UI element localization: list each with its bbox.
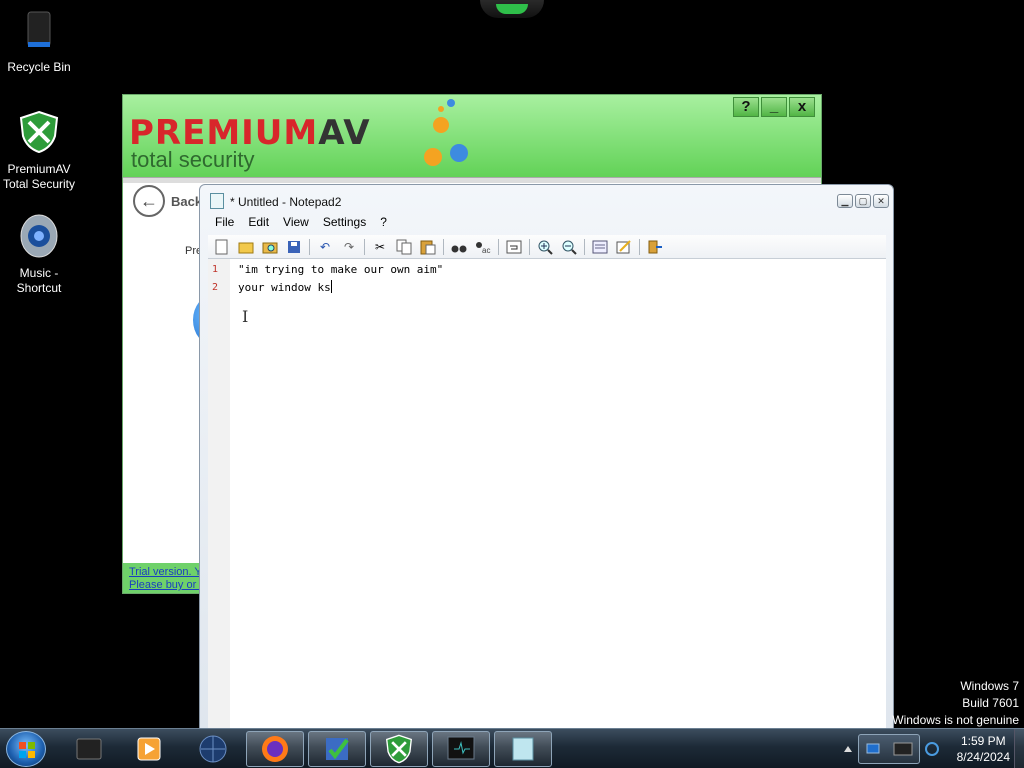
back-arrow-icon: ←	[133, 185, 165, 217]
desktop-icon-recycle-bin[interactable]: Recycle Bin	[0, 8, 78, 75]
help-button[interactable]: ?	[733, 97, 759, 117]
show-desktop-button[interactable]	[1014, 729, 1024, 768]
line-number-gutter	[208, 259, 230, 729]
text-editor[interactable]: 1 "im trying to make our own aim" 2 your…	[208, 259, 886, 729]
firefox-icon	[262, 736, 288, 762]
notepad-icon	[512, 737, 534, 761]
taskbar-media-player-button[interactable]	[120, 731, 178, 767]
update-icon[interactable]	[924, 741, 940, 757]
find-icon[interactable]	[449, 238, 469, 256]
cut-icon[interactable]: ✂	[370, 238, 390, 256]
line-text: "im trying to make our own aim"	[238, 263, 444, 276]
windows-genuine-notice: Windows 7 Build 7601 Windows is not genu…	[892, 679, 1019, 727]
taskbar-notepad2-button[interactable]	[308, 731, 366, 767]
back-button[interactable]: ← Back	[133, 185, 202, 217]
open-folder-icon[interactable]	[236, 238, 256, 256]
text-caret	[330, 280, 332, 293]
undo-icon[interactable]: ↶	[315, 238, 335, 256]
menu-help[interactable]: ?	[373, 213, 394, 233]
divider	[123, 177, 821, 183]
clock-time: 1:59 PM	[960, 734, 1006, 748]
desktop-icon-label: Music - Shortcut	[16, 266, 62, 295]
tray-flyout-button[interactable]	[858, 734, 920, 764]
taskbar-clock[interactable]: 1:59 PM 8/24/2024	[957, 733, 1010, 765]
system-tray	[842, 731, 940, 767]
desktop-icon-music-shortcut[interactable]: Music - Shortcut	[0, 214, 78, 296]
menu-edit[interactable]: Edit	[241, 213, 276, 233]
window-title: * Untitled - Notepad2	[230, 195, 342, 209]
shield-icon	[19, 110, 59, 154]
taskbar-monitor-button[interactable]	[432, 731, 490, 767]
menu-view[interactable]: View	[276, 213, 316, 233]
taskbar-explorer-button[interactable]	[60, 731, 118, 767]
copy-icon[interactable]	[394, 238, 414, 256]
recycle-bin-icon	[27, 11, 51, 47]
redo-icon[interactable]: ↷	[339, 238, 359, 256]
line-text: your window ks	[238, 280, 332, 294]
ibeam-cursor-icon: I	[242, 307, 249, 326]
notepad-checkmark-icon	[326, 738, 349, 760]
menu-settings[interactable]: Settings	[316, 213, 373, 233]
svg-text:ac: ac	[482, 246, 490, 254]
notepad2-window[interactable]: * Untitled - Notepad2 ▁ ▢ ✕ File Edit Vi…	[199, 184, 894, 730]
paste-icon[interactable]	[418, 238, 438, 256]
maximize-button[interactable]: ▢	[855, 194, 871, 208]
customize-icon[interactable]	[614, 238, 634, 256]
taskbar-ie-button[interactable]	[184, 731, 242, 767]
monitor-icon	[447, 736, 475, 760]
desktop-icon-premiumav[interactable]: PremiumAV Total Security	[0, 110, 78, 192]
minimize-button[interactable]: _	[761, 97, 787, 117]
close-button[interactable]: ✕	[873, 194, 889, 208]
minimize-button[interactable]: ▁	[837, 194, 853, 208]
network-icon	[866, 743, 880, 754]
toolbar: ↶ ↷ ✂ ac	[208, 235, 886, 259]
desktop-icon-label: Recycle Bin	[7, 60, 71, 74]
scheme-icon[interactable]	[590, 238, 610, 256]
menu-file[interactable]: File	[208, 213, 241, 233]
premiumav-subtitle: total security	[131, 147, 255, 172]
windows-logo-icon	[19, 742, 35, 758]
speaker-icon	[20, 214, 58, 258]
premiumav-header: PREMIUMAV total security ? _ x	[123, 95, 821, 177]
menu-bar: File Edit View Settings ?	[208, 213, 394, 233]
line-number: 2	[212, 282, 219, 293]
taskbar-notepad-button[interactable]	[494, 731, 552, 767]
exit-icon[interactable]	[645, 238, 665, 256]
taskbar-premiumav-button[interactable]	[370, 731, 428, 767]
save-icon[interactable]	[284, 238, 304, 256]
replace-icon[interactable]: ac	[473, 238, 493, 256]
taskbar: 1:59 PM 8/24/2024	[0, 728, 1024, 768]
media-player-icon	[137, 737, 161, 761]
show-hidden-icons-icon[interactable]	[842, 742, 854, 756]
logo-orbs-icon	[424, 99, 468, 166]
start-button[interactable]	[6, 731, 46, 767]
close-button[interactable]: x	[789, 97, 815, 117]
zoom-in-icon[interactable]	[535, 238, 555, 256]
shield-icon	[385, 734, 413, 764]
desktop-gadget-tab	[480, 0, 544, 18]
folder-icon	[76, 738, 102, 760]
word-wrap-icon[interactable]	[504, 238, 524, 256]
line-number: 1	[212, 264, 219, 275]
new-file-icon[interactable]	[212, 238, 232, 256]
taskbar-firefox-button[interactable]	[246, 731, 304, 767]
desktop-icon-label: PremiumAV Total Security	[2, 162, 76, 191]
clock-date: 8/24/2024	[956, 750, 1010, 764]
monitor-icon	[893, 742, 913, 756]
title-bar[interactable]: * Untitled - Notepad2 ▁ ▢ ✕	[200, 185, 893, 215]
zoom-out-icon[interactable]	[559, 238, 579, 256]
notepad-app-icon	[210, 193, 224, 209]
back-label: Back	[171, 193, 203, 209]
browse-icon[interactable]	[260, 238, 280, 256]
globe-icon	[199, 735, 227, 763]
